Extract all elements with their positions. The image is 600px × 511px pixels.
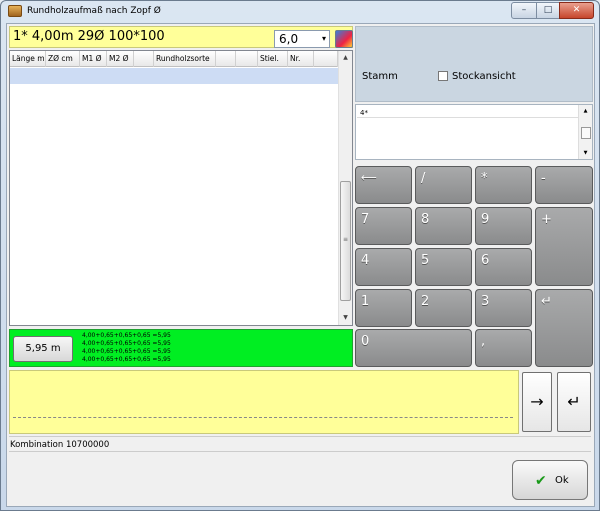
calculation-line: 4,00+0,65+0,65+0,65 =5,95 (82, 340, 171, 347)
column-header[interactable] (134, 51, 154, 67)
multiply-button[interactable]: * (475, 166, 532, 204)
close-button[interactable]: ✕ (559, 2, 594, 19)
minimize-button[interactable]: – (511, 2, 537, 19)
title-bar[interactable]: Rundholzaufmaß nach Zopf Ø – □ ✕ (1, 1, 599, 23)
chevron-down-icon[interactable]: ▾ (322, 31, 326, 47)
scroll-thumb[interactable] (581, 127, 591, 139)
key-6-button[interactable]: 6 (475, 248, 532, 286)
plus-button[interactable]: + (535, 207, 593, 286)
stamm-panel: Stamm Stockansicht (355, 26, 593, 102)
combo-value: 6,0 (279, 32, 299, 46)
scroll-down-icon[interactable]: ▼ (579, 147, 592, 159)
result-panel: 5,95 m 4,00+0,65+0,65+0,65 =5,95 4,00+0,… (9, 329, 353, 367)
scroll-up-icon[interactable]: ▲ (339, 51, 352, 65)
maximize-button[interactable]: □ (536, 2, 560, 19)
calculation-line: 4,00+0,65+0,65+0,65 =5,95 (82, 332, 171, 339)
key-4-button[interactable]: 4 (355, 248, 412, 286)
input-area[interactable] (9, 370, 519, 434)
column-header[interactable]: Länge m (10, 51, 46, 67)
result-button[interactable]: 5,95 m (13, 336, 73, 362)
input-baseline (13, 417, 513, 418)
key-1-button[interactable]: 1 (355, 289, 412, 327)
grid-header: Länge m ZØ cm M1 Ø M2 Ø Rundholzsorte St… (10, 51, 338, 67)
key-8-button[interactable]: 8 (415, 207, 472, 245)
app-icon (8, 5, 22, 17)
data-grid: Länge m ZØ cm M1 Ø M2 Ø Rundholzsorte St… (9, 50, 353, 326)
divide-button[interactable]: / (415, 166, 472, 204)
column-header[interactable]: Stiel. (258, 51, 288, 67)
calculation-line: 4,00+0,65+0,65+0,65 =5,95 (82, 348, 171, 355)
client-area: 1* 4,00m 29Ø 100*100 6,0 ▾ Länge m ZØ cm… (6, 23, 595, 507)
window: Rundholzaufmaß nach Zopf Ø – □ ✕ 1* 4,00… (0, 0, 600, 511)
grid-scrollbar[interactable]: ▲ ≡ ▼ (338, 51, 352, 325)
column-header[interactable] (314, 51, 338, 67)
check-icon: ✔ (535, 473, 547, 489)
column-header[interactable]: M1 Ø (80, 51, 107, 67)
key-7-button[interactable]: 7 (355, 207, 412, 245)
window-title: Rundholzaufmaß nach Zopf Ø (27, 6, 161, 16)
calculation-line: 4,00+0,65+0,65+0,65 =5,95 (82, 356, 171, 363)
stockansicht-checkbox[interactable] (438, 71, 448, 81)
enter-arrow-button[interactable]: ↵ (557, 372, 591, 432)
column-header[interactable] (236, 51, 258, 67)
memo-divider (357, 117, 579, 118)
key-3-button[interactable]: 3 (475, 289, 532, 327)
column-header[interactable]: ZØ cm (46, 51, 80, 67)
table-row[interactable] (10, 68, 338, 84)
column-header[interactable]: M2 Ø (107, 51, 134, 67)
formula-text: 1* 4,00m 29Ø 100*100 (13, 29, 165, 44)
scroll-thumb[interactable]: ≡ (340, 181, 351, 301)
key-5-button[interactable]: 5 (415, 248, 472, 286)
backspace-button[interactable]: ⟵ (355, 166, 412, 204)
key-2-button[interactable]: 2 (415, 289, 472, 327)
input-memo[interactable]: 4* ▲ ▼ (355, 104, 593, 160)
next-arrow-button[interactable]: → (522, 372, 552, 432)
scroll-down-icon[interactable]: ▼ (339, 311, 352, 325)
color-tool-icon[interactable] (335, 30, 353, 48)
memo-text: 4* (360, 109, 368, 117)
ok-label: Ok (555, 475, 569, 486)
memo-scrollbar[interactable]: ▲ ▼ (578, 105, 592, 159)
column-header[interactable]: Nr. (288, 51, 314, 67)
minus-button[interactable]: - (535, 166, 593, 204)
stockansicht-label[interactable]: Stockansicht (452, 71, 516, 82)
column-header[interactable] (216, 51, 236, 67)
key-0-button[interactable]: 0 (355, 329, 472, 367)
scroll-up-icon[interactable]: ▲ (579, 105, 592, 117)
value-combo[interactable]: 6,0 ▾ (274, 30, 330, 48)
key-9-button[interactable]: 9 (475, 207, 532, 245)
ok-button[interactable]: ✔ Ok (512, 460, 588, 500)
stamm-label: Stamm (362, 71, 398, 82)
calculation-list: 4,00+0,65+0,65+0,65 =5,95 4,00+0,65+0,65… (82, 332, 171, 364)
column-header[interactable]: Rundholzsorte (154, 51, 216, 67)
formula-bar: 1* 4,00m 29Ø 100*100 6,0 ▾ (9, 26, 353, 48)
keypad-enter-button[interactable]: ↵ (535, 289, 593, 367)
status-bar: Kombination 10700000 (9, 436, 591, 452)
comma-button[interactable]: , (475, 329, 532, 367)
